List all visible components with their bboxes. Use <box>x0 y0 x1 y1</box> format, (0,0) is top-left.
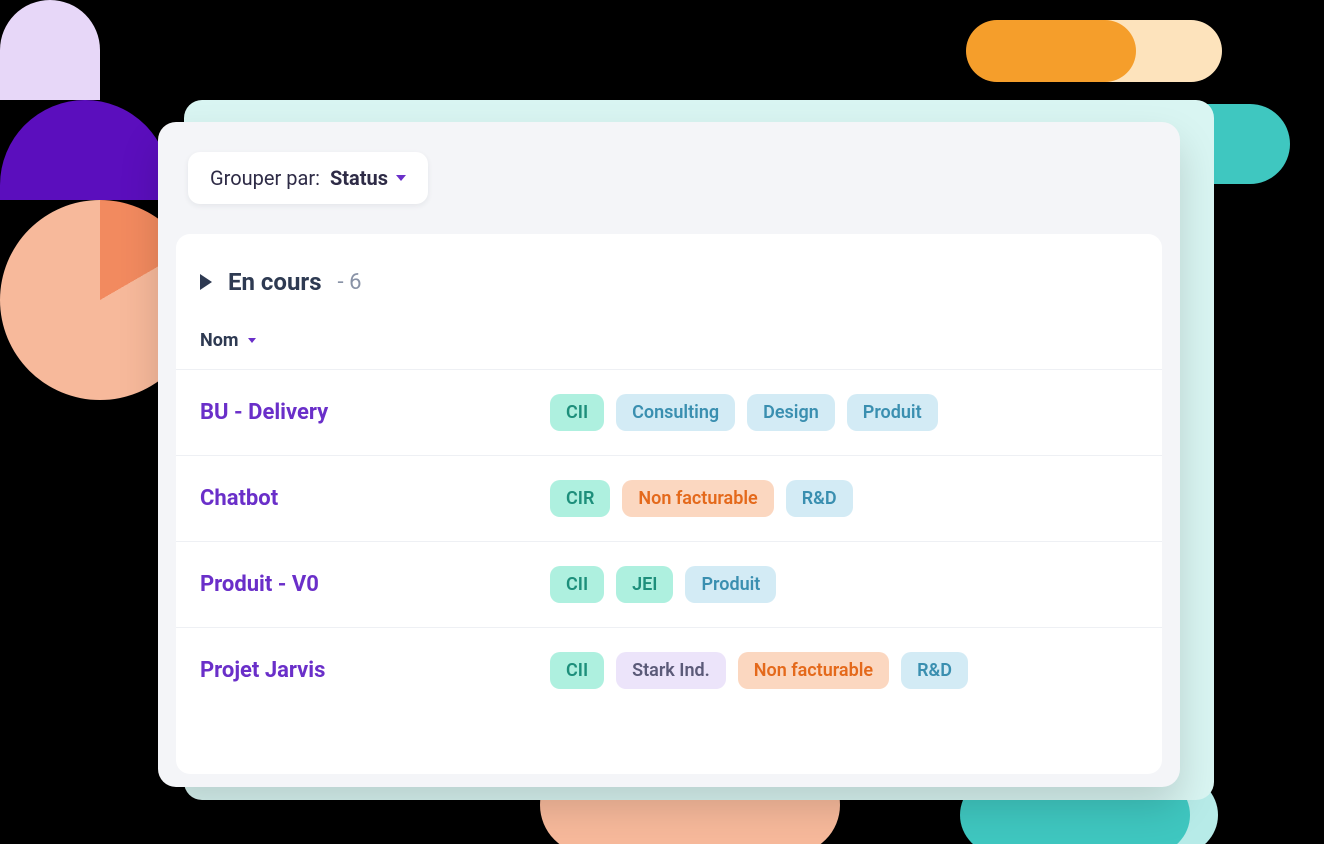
group-by-label: Grouper par: <box>210 166 320 190</box>
tag[interactable]: CII <box>550 652 604 689</box>
group-by-value: Status <box>330 166 406 190</box>
table-row[interactable]: ChatbotCIR Non facturable R&D <box>176 456 1162 542</box>
tag-list: CIR Non facturable R&D <box>550 480 853 517</box>
tag[interactable]: Non facturable <box>622 480 773 517</box>
column-header-name[interactable]: Nom <box>176 320 1162 370</box>
project-name[interactable]: Projet Jarvis <box>200 658 550 683</box>
project-name[interactable]: Produit - V0 <box>200 572 550 597</box>
sort-caret-icon <box>248 338 256 343</box>
tag[interactable]: Produit <box>685 566 776 603</box>
section-header[interactable]: En cours - 6 <box>176 234 1162 320</box>
decoration-arc <box>0 0 100 100</box>
project-name[interactable]: Chatbot <box>200 486 550 511</box>
table-row[interactable]: Projet JarvisCII Stark Ind. Non facturable… <box>176 628 1162 713</box>
tag[interactable]: Non facturable <box>738 652 889 689</box>
tag[interactable]: Design <box>747 394 835 431</box>
tag[interactable]: Consulting <box>616 394 735 431</box>
tag[interactable]: CII <box>550 566 604 603</box>
tag[interactable]: JEI <box>616 566 673 603</box>
section-count: - 6 <box>338 270 362 295</box>
tag[interactable]: R&D <box>786 480 853 517</box>
projects-card: Grouper par: Status En cours - 6 Nom BU … <box>158 122 1180 787</box>
tag[interactable]: Stark Ind. <box>616 652 726 689</box>
tag[interactable]: CIR <box>550 480 610 517</box>
project-name[interactable]: BU - Delivery <box>200 400 550 425</box>
column-header-label: Nom <box>200 330 238 351</box>
tag-list: CII Stark Ind. Non facturable R&D <box>550 652 968 689</box>
chevron-down-icon <box>396 175 406 181</box>
section-title: En cours <box>228 268 322 296</box>
tag[interactable]: CII <box>550 394 604 431</box>
table-row[interactable]: BU - DeliveryCII Consulting Design Produit <box>176 370 1162 456</box>
tag-list: CII Consulting Design Produit <box>550 394 938 431</box>
decoration-arc <box>0 100 170 200</box>
tag[interactable]: Produit <box>847 394 938 431</box>
tag-list: CII JEI Produit <box>550 566 776 603</box>
decoration-pill <box>966 20 1136 82</box>
group-by-dropdown[interactable]: Grouper par: Status <box>188 152 428 204</box>
list-panel: En cours - 6 Nom BU - DeliveryCIIConsult… <box>176 234 1162 774</box>
table-row[interactable]: Produit - V0CII JEI Produit <box>176 542 1162 628</box>
tag[interactable]: R&D <box>901 652 968 689</box>
caret-right-icon <box>200 274 212 290</box>
